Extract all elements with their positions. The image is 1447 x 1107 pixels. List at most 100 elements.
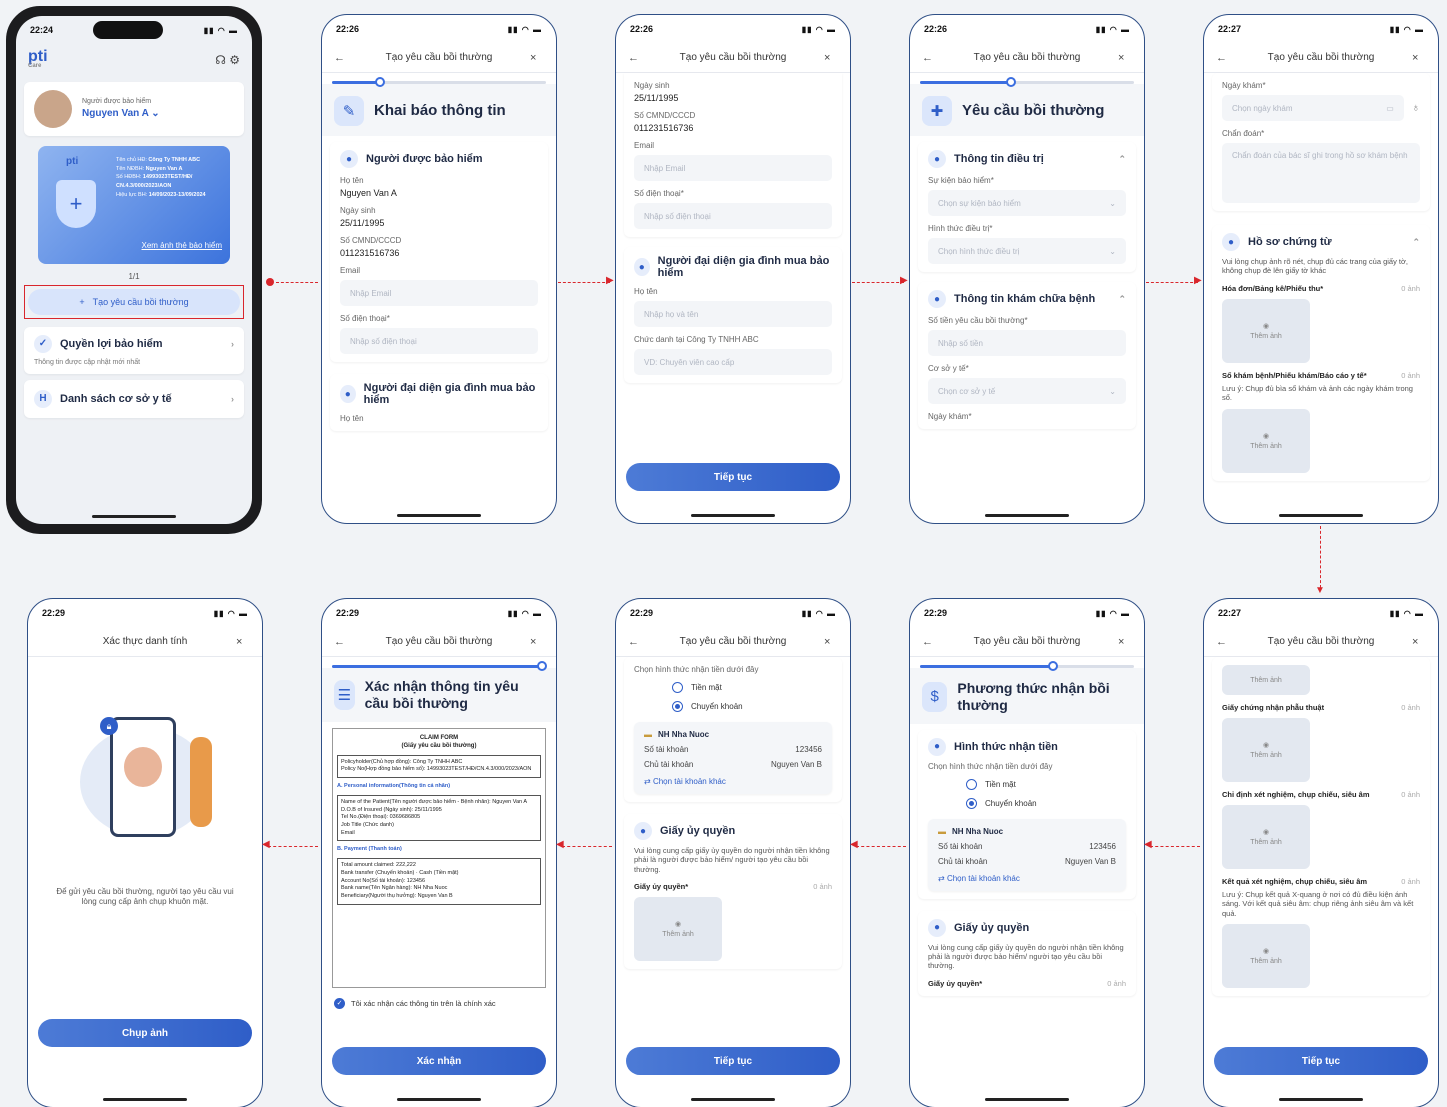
- progress-bar: [332, 661, 548, 671]
- insured-selector[interactable]: Người được bảo hiểm Nguyen Van A ⌄: [24, 81, 244, 136]
- status-bar: 22:29 ▮▮ ◠ ▬: [924, 608, 1130, 618]
- add-photo-button[interactable]: ◉ Thêm ảnh: [1222, 718, 1310, 782]
- name-field[interactable]: Nhập họ và tên: [634, 301, 832, 327]
- claim-form-preview: CLAIM FORM (Giấy yêu cầu bồi thường) Pol…: [332, 727, 546, 988]
- close-icon[interactable]: ×: [1412, 636, 1426, 648]
- identity-text: Để gửi yêu cầu bồi thường, người tạo yêu…: [56, 887, 234, 907]
- status-bar: 22:27 ▮▮ ◠ ▬: [1218, 24, 1424, 34]
- plus-icon: +: [79, 296, 85, 307]
- other-account-link[interactable]: ⇄ Chọn tài khoản khác: [938, 874, 1116, 883]
- logo: pti Care: [28, 48, 48, 70]
- back-icon[interactable]: ←: [628, 636, 642, 648]
- shield-check-icon: ✓: [34, 334, 52, 353]
- gear-icon[interactable]: ⚙: [229, 53, 240, 67]
- progress-bar: [332, 77, 546, 87]
- back-icon[interactable]: ←: [334, 52, 348, 64]
- flow-arrow: [276, 282, 318, 283]
- confirm-button[interactable]: Xác nhận: [332, 1047, 546, 1075]
- close-icon[interactable]: ×: [236, 636, 250, 648]
- insurance-card[interactable]: pti + Tên chủ HĐ: Công Ty TNHH ABC Tên N…: [38, 145, 230, 264]
- back-icon[interactable]: ←: [1216, 636, 1230, 648]
- exam-date-field[interactable]: Chọn ngày khám ▭: [1222, 95, 1404, 121]
- phone-documents-2: 22:27 ▮▮ ◠ ▬ ← Tạo yêu cầu bồi thường × Thê…: [1203, 598, 1439, 1107]
- close-icon[interactable]: ×: [824, 636, 838, 648]
- phone-field[interactable]: Nhập số điện thoại: [634, 203, 832, 229]
- transfer-radio[interactable]: Chuyển khoản: [966, 797, 1126, 809]
- back-icon[interactable]: ←: [334, 636, 348, 648]
- camera-icon: ◉: [1262, 322, 1270, 330]
- facility-select[interactable]: Chọn cơ sở y tế ⌄: [928, 378, 1126, 404]
- hospital-icon: H: [34, 389, 52, 408]
- add-photo-button[interactable]: Thêm ảnh: [1222, 665, 1310, 695]
- continue-button[interactable]: Tiếp tục: [626, 1047, 840, 1075]
- bank-account-card: ▬ NH Nha Nuoc Số tài khoản 123456 Chủ tài …: [928, 818, 1126, 891]
- phone-claim-request: 22:26 ▮▮ ◠ ▬ ← Tạo yêu cầu bồi thường × ✚ Yê…: [909, 14, 1145, 524]
- add-photo-button[interactable]: ◉ Thêm ảnh: [1222, 298, 1310, 363]
- treatment-icon: ●: [928, 150, 946, 168]
- support-icon[interactable]: ☊: [215, 53, 226, 67]
- flow-arrow: [268, 846, 318, 847]
- back-icon[interactable]: ←: [922, 636, 936, 648]
- close-icon[interactable]: ×: [824, 52, 838, 64]
- phone-field[interactable]: Nhập số điện thoại: [340, 328, 538, 354]
- clipboard-icon: ✎: [334, 96, 364, 126]
- email-field[interactable]: Nhập Email: [634, 155, 832, 181]
- lock-icon: 🔒︎: [100, 717, 118, 735]
- view-card-link[interactable]: Xem ảnh thẻ bảo hiểm: [142, 241, 223, 250]
- close-icon[interactable]: ×: [1412, 52, 1426, 64]
- bank-icon: ▬: [644, 730, 652, 739]
- camera-icon: ◉: [674, 921, 682, 929]
- take-photo-button[interactable]: Chụp ảnh: [38, 1019, 252, 1047]
- camera-icon: ◉: [1262, 948, 1270, 956]
- cash-radio[interactable]: Tiền mặt: [966, 778, 1126, 790]
- transfer-radio[interactable]: Chuyển khoản: [672, 701, 832, 712]
- phone-documents: 22:27 ▮▮ ◠ ▬ ← Tạo yêu cầu bồi thường × Ngà…: [1203, 14, 1439, 524]
- add-photo-button[interactable]: ◉ Thêm ảnh: [634, 897, 722, 962]
- flow-arrow: [856, 846, 906, 847]
- close-icon[interactable]: ×: [1118, 636, 1132, 648]
- status-bar: 22:27 ▮▮ ◠ ▬: [1218, 608, 1424, 618]
- event-select[interactable]: Chọn sự kiện bảo hiểm ⌄: [928, 190, 1126, 216]
- add-photo-button[interactable]: ◉ Thêm ảnh: [1222, 805, 1310, 869]
- back-icon[interactable]: ←: [1216, 52, 1230, 64]
- close-icon[interactable]: ×: [530, 636, 544, 648]
- amount-field[interactable]: Nhập số tiền: [928, 330, 1126, 356]
- phone-declare-info: 22:26 ▮▮ ◠ ▬ ← Tạo yêu cầu bồi thường × ✎ Kh…: [321, 14, 557, 524]
- camera-icon: ◉: [1262, 829, 1270, 836]
- phone-representative: 22:26 ▮▮ ◠ ▬ ← Tạo yêu cầu bồi thường × Ngà…: [615, 14, 851, 524]
- continue-button[interactable]: Tiếp tục: [1214, 1047, 1428, 1075]
- other-account-link[interactable]: ⇄ Chọn tài khoản khác: [644, 777, 822, 786]
- card-logo: pti: [66, 155, 79, 167]
- document-icon: ●: [1222, 233, 1240, 251]
- diagnosis-field[interactable]: Chẩn đoán của bác sĩ ghi trong hồ sơ khá…: [1222, 143, 1420, 203]
- status-bar: 22:29 ▮▮ ◠ ▬: [42, 608, 248, 618]
- status-bar: 22:26 ▮▮ ◠ ▬: [924, 24, 1130, 34]
- back-icon[interactable]: ←: [922, 52, 936, 64]
- continue-button[interactable]: Tiếp tục: [626, 463, 840, 491]
- bank-icon: ▬: [938, 826, 946, 836]
- chevron-down-icon: ⌄: [151, 108, 160, 120]
- email-field[interactable]: Nhập Email: [340, 280, 538, 306]
- money-icon: ●: [928, 737, 946, 756]
- close-icon[interactable]: ×: [530, 52, 544, 64]
- camera-icon: ◉: [1262, 742, 1270, 749]
- chevron-up-icon[interactable]: ⌃: [1118, 154, 1126, 165]
- bank-account-card: ▬ NH Nha Nuoc Số tài khoản 123456 Chủ tài …: [634, 722, 832, 794]
- add-photo-button[interactable]: ◉ Thêm ảnh: [1222, 924, 1310, 989]
- close-icon[interactable]: ×: [1118, 52, 1132, 64]
- cash-radio[interactable]: Tiền mặt: [672, 682, 832, 693]
- chevron-up-icon[interactable]: ⌃: [1118, 294, 1126, 305]
- benefit-row[interactable]: ✓ Quyền lợi bảo hiểm › Thông tin được cập …: [24, 326, 244, 374]
- chevron-up-icon[interactable]: ⌃: [1412, 237, 1420, 248]
- flow-arrow: [1146, 282, 1198, 283]
- create-claim-button[interactable]: + Tạo yêu cầu bồi thường: [28, 288, 240, 315]
- flow-arrow: [1150, 846, 1200, 847]
- facility-row[interactable]: H Danh sách cơ sở y tế ›: [24, 379, 244, 418]
- checkbox-icon[interactable]: ✓: [334, 997, 345, 1009]
- flow-arrow: [562, 846, 612, 847]
- title-field[interactable]: VD: Chuyên viên cao cấp: [634, 349, 832, 375]
- progress-bar: [920, 77, 1134, 87]
- treatment-form-select[interactable]: Chọn hình thức điều trị ⌄: [928, 238, 1126, 264]
- back-icon[interactable]: ←: [628, 52, 642, 64]
- add-photo-button[interactable]: ◉ Thêm ảnh: [1222, 408, 1310, 473]
